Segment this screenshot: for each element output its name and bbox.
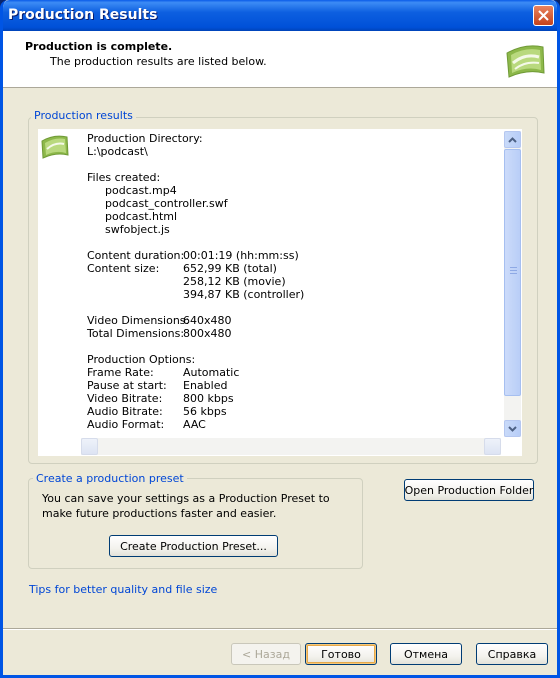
total-dimensions-label: Total Dimensions: xyxy=(87,327,185,340)
cancel-button[interactable]: Отмена xyxy=(390,643,462,665)
total-dimensions-value: 800x480 xyxy=(183,327,232,340)
size-controller: 394,87 KB (controller) xyxy=(183,288,305,301)
help-button[interactable]: Справка xyxy=(476,643,548,665)
option-label: Audio Bitrate: xyxy=(87,405,163,418)
done-button[interactable]: Готово xyxy=(305,643,377,665)
video-dimensions-label: Video Dimensions: xyxy=(87,314,190,327)
option-label: Audio Format: xyxy=(87,418,165,431)
file-item: podcast.mp4 xyxy=(105,184,177,197)
tips-link[interactable]: Tips for better quality and file size xyxy=(29,583,217,596)
scroll-right-button[interactable] xyxy=(484,438,501,455)
create-preset-button[interactable]: Create Production Preset... xyxy=(109,535,278,557)
option-value: Automatic xyxy=(183,366,240,379)
duration-label: Content duration: xyxy=(87,249,185,262)
preset-description: You can save your settings as a Producti… xyxy=(42,492,330,520)
option-value: 800 kbps xyxy=(183,392,234,405)
wizard-header: Production is complete. The production r… xyxy=(3,31,557,88)
scroll-up-button[interactable] xyxy=(504,131,521,148)
close-button[interactable] xyxy=(533,5,554,26)
vertical-scrollbar[interactable] xyxy=(504,131,521,437)
production-preset-legend: Create a production preset xyxy=(33,472,187,485)
scroll-down-arrow-icon xyxy=(508,425,517,432)
option-value: Enabled xyxy=(183,379,228,392)
size-label: Content size: xyxy=(87,262,160,275)
file-item: podcast.html xyxy=(105,210,178,223)
camtasia-logo-icon xyxy=(506,45,545,78)
header-subtitle: The production results are listed below. xyxy=(50,55,267,68)
open-production-folder-button[interactable]: Open Production Folder xyxy=(404,479,534,501)
size-total: 652,99 KB (total) xyxy=(183,262,277,275)
window-title: Production Results xyxy=(8,7,158,23)
production-results-window: Production Results Production is complet… xyxy=(0,0,560,678)
file-item: podcast_controller.swf xyxy=(105,197,228,210)
header-title: Production is complete. xyxy=(25,40,173,53)
option-value: AAC xyxy=(183,418,206,431)
option-label: Video Bitrate: xyxy=(87,392,163,405)
duration-value: 00:01:19 (hh:mm:ss) xyxy=(183,249,299,262)
vertical-scroll-thumb[interactable] xyxy=(504,149,521,396)
production-results-legend: Production results xyxy=(31,109,136,122)
directory-label: Production Directory: xyxy=(87,132,203,145)
options-label: Production Options: xyxy=(87,353,196,366)
video-dimensions-value: 640x480 xyxy=(183,314,232,327)
back-button[interactable]: < Назад xyxy=(231,643,301,665)
scroll-down-button[interactable] xyxy=(504,420,521,437)
files-label: Files created: xyxy=(87,171,161,184)
option-label: Pause at start: xyxy=(87,379,167,392)
scroll-left-button[interactable] xyxy=(81,438,98,455)
results-text-area[interactable]: Production Directory: L:\podcast\ Files … xyxy=(38,129,522,456)
size-movie: 258,12 KB (movie) xyxy=(183,275,286,288)
camtasia-logo-icon xyxy=(41,135,69,159)
option-label: Frame Rate: xyxy=(87,366,154,379)
option-value: 56 kbps xyxy=(183,405,227,418)
title-bar[interactable]: Production Results xyxy=(3,0,557,31)
footer-divider xyxy=(3,628,557,630)
scroll-up-arrow-icon xyxy=(508,136,517,143)
close-icon xyxy=(538,10,549,21)
file-item: swfobject.js xyxy=(105,223,170,236)
horizontal-scrollbar[interactable] xyxy=(81,438,501,455)
directory-value: L:\podcast\ xyxy=(87,145,148,158)
